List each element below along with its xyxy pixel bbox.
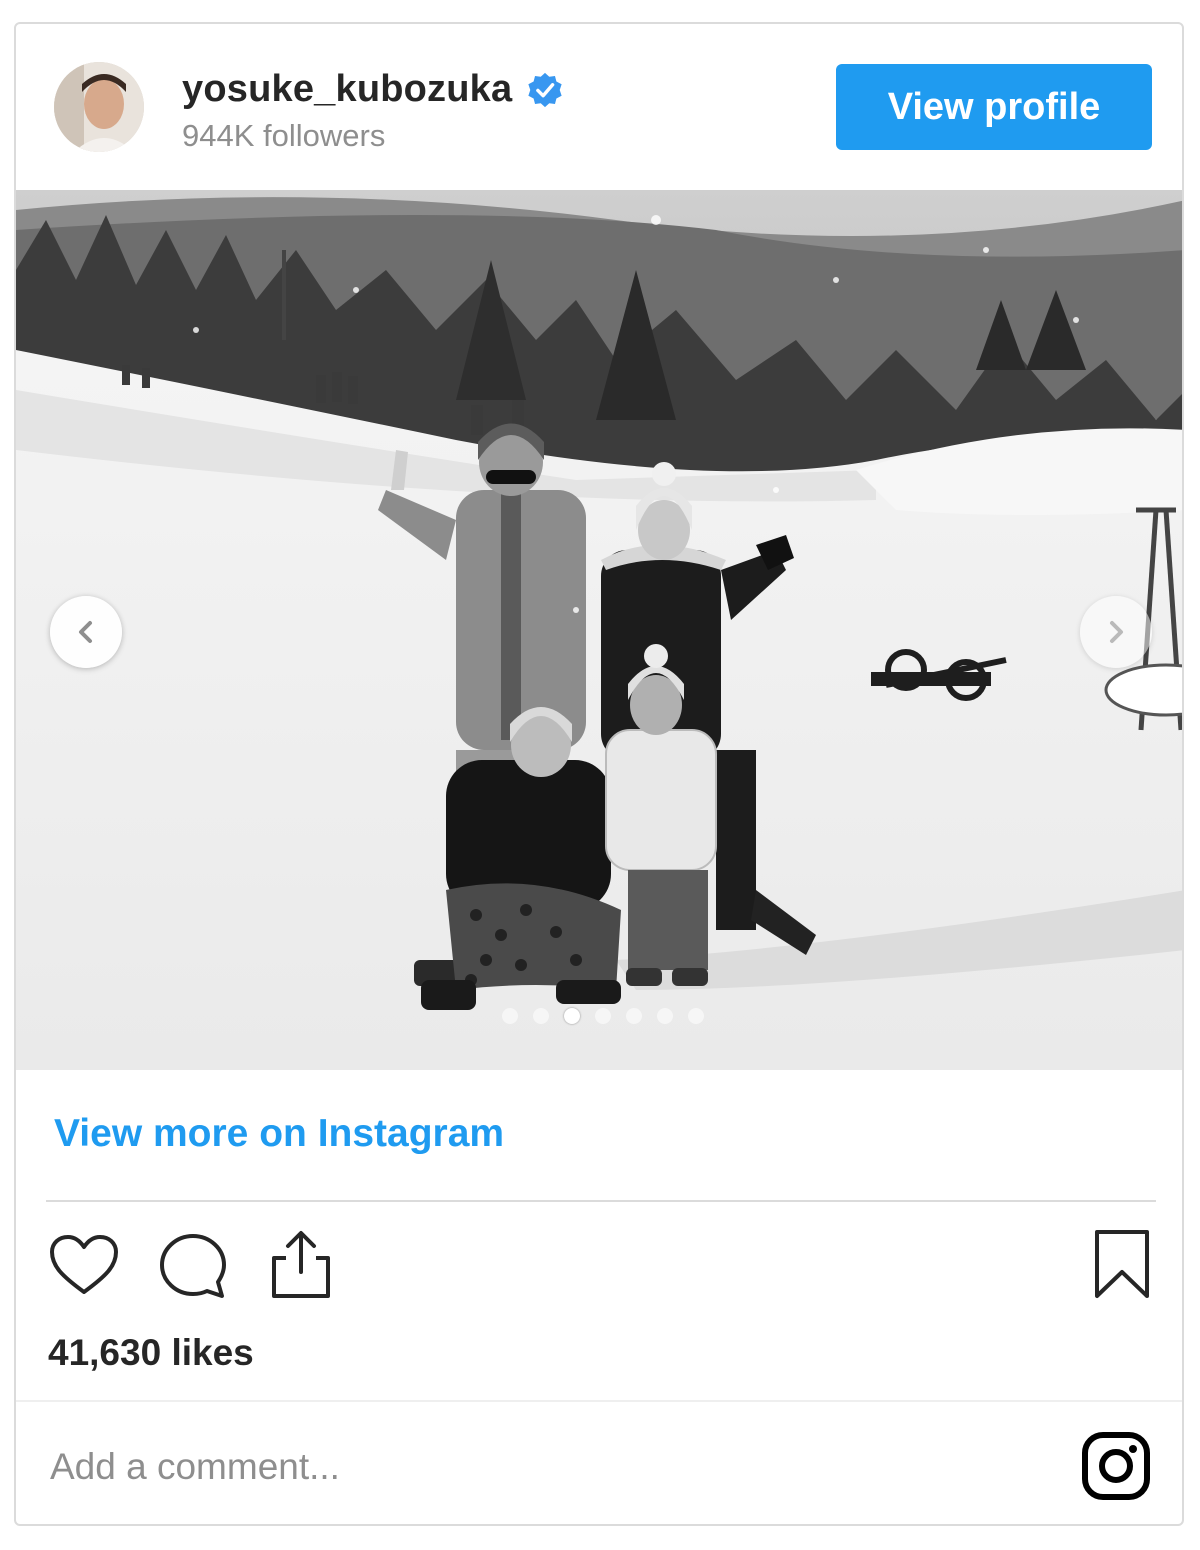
carousel-dot[interactable]	[595, 1008, 611, 1024]
carousel-dot[interactable]	[502, 1008, 518, 1024]
carousel-dot[interactable]	[688, 1008, 704, 1024]
post-photo[interactable]	[16, 190, 1182, 1070]
divider	[16, 1400, 1182, 1402]
comment-icon[interactable]	[158, 1232, 228, 1302]
comment-input[interactable]	[48, 1436, 952, 1498]
carousel-prev-button[interactable]	[50, 596, 122, 668]
heart-icon[interactable]	[48, 1234, 120, 1298]
chevron-left-icon	[79, 621, 92, 643]
instagram-embed-card: yosuke_kubozuka 944K followers View prof…	[14, 22, 1184, 1526]
avatar-image	[54, 62, 144, 152]
bookmark-icon[interactable]	[1092, 1228, 1152, 1300]
post-image	[16, 190, 1182, 1070]
carousel-dot-active[interactable]	[564, 1008, 580, 1024]
chevron-right-icon	[1110, 621, 1123, 643]
share-icon[interactable]	[268, 1228, 334, 1300]
avatar[interactable]	[54, 62, 144, 152]
carousel-dot[interactable]	[657, 1008, 673, 1024]
view-profile-button[interactable]: View profile	[836, 64, 1152, 150]
view-more-link[interactable]: View more on Instagram	[54, 1112, 504, 1156]
post-header: yosuke_kubozuka 944K followers View prof…	[16, 24, 1182, 190]
carousel-next-button[interactable]	[1080, 596, 1152, 668]
follower-count: 944K followers	[182, 118, 386, 153]
carousel-dot[interactable]	[533, 1008, 549, 1024]
carousel-dot[interactable]	[626, 1008, 642, 1024]
username[interactable]: yosuke_kubozuka	[182, 68, 512, 111]
divider	[46, 1200, 1156, 1202]
username-row: yosuke_kubozuka	[182, 68, 564, 111]
verified-badge-icon	[528, 72, 562, 107]
action-bar	[46, 1224, 1156, 1314]
carousel-indicator	[502, 1008, 704, 1024]
instagram-logo-icon[interactable]	[1080, 1430, 1152, 1502]
like-count[interactable]: 41,630 likes	[48, 1332, 254, 1374]
